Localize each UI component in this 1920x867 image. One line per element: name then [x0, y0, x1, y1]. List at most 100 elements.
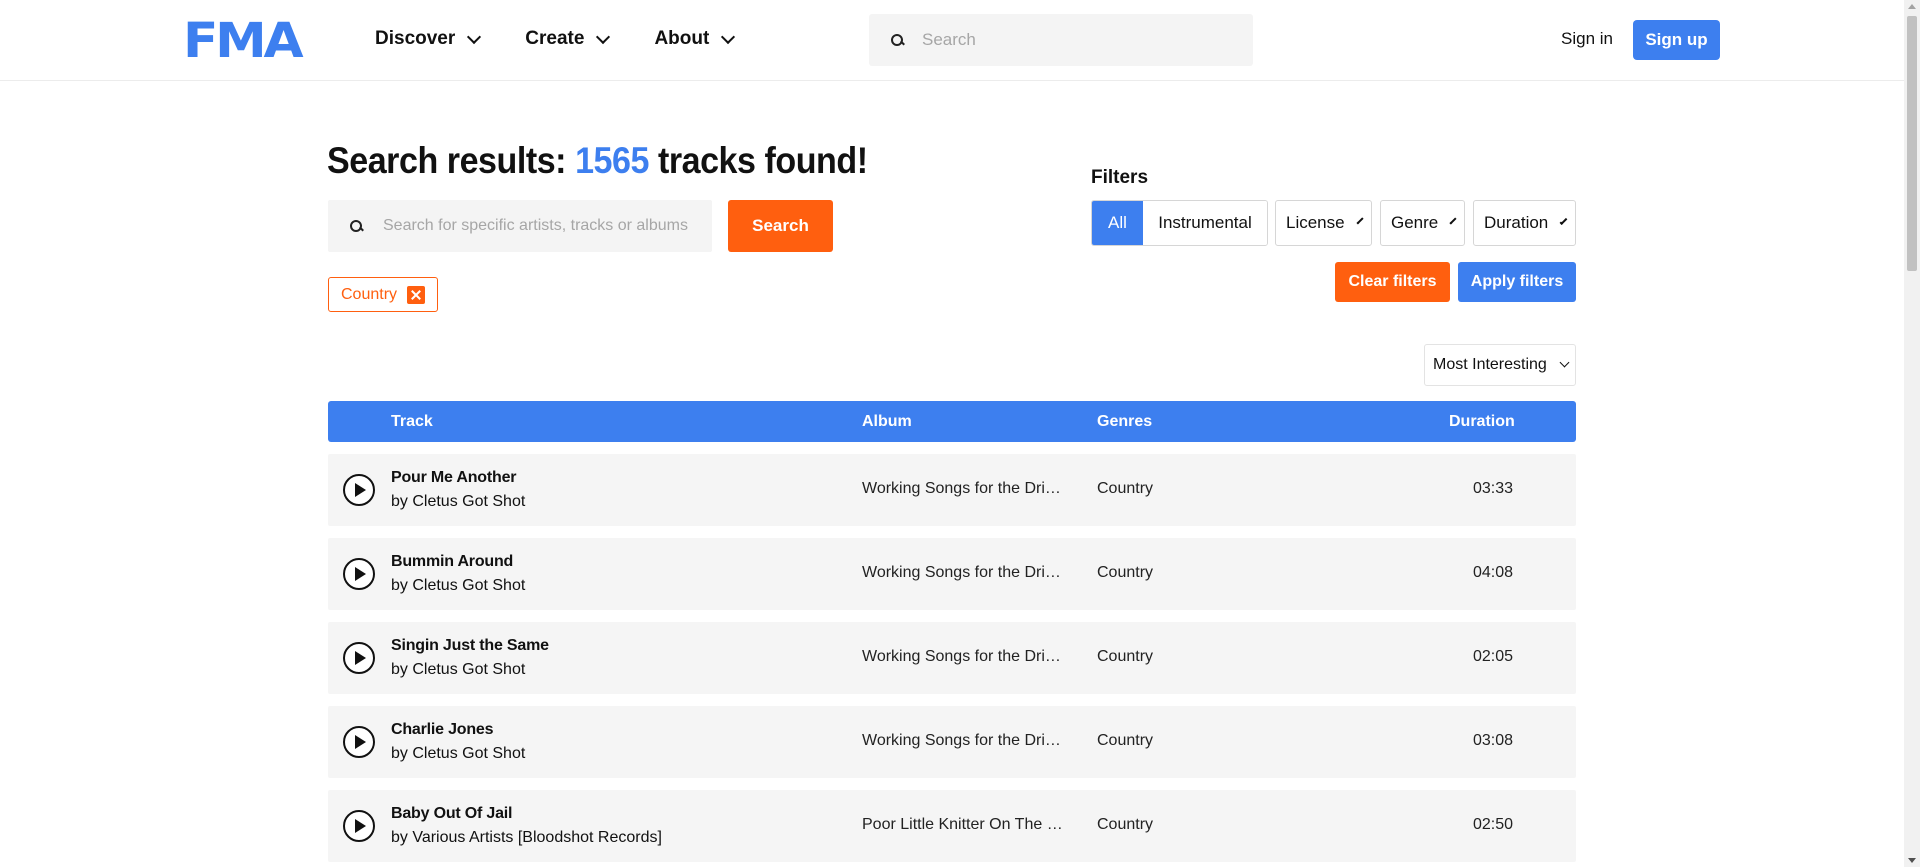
track-title[interactable]: Baby Out Of Jail [391, 805, 512, 823]
column-header-genres[interactable]: Genres [1097, 413, 1152, 431]
track-title[interactable]: Singin Just the Same [391, 637, 549, 655]
track-title[interactable]: Charlie Jones [391, 721, 494, 739]
header-search-input[interactable] [922, 30, 1222, 50]
close-icon[interactable] [407, 285, 426, 304]
duration-dropdown[interactable]: Duration [1473, 200, 1576, 246]
chevron-down-icon [1449, 216, 1457, 225]
clear-filters-button[interactable]: Clear filters [1335, 262, 1450, 302]
artist-link[interactable]: Cletus Got Shot [412, 745, 525, 762]
by-label: by [391, 661, 413, 678]
license-label: License [1286, 213, 1345, 232]
by-label: by [391, 829, 413, 846]
nav-create-label: Create [525, 28, 585, 49]
duration-value: 03:33 [1473, 480, 1514, 497]
chevron-down-icon [1356, 216, 1364, 225]
chevron-down-icon [596, 29, 611, 44]
column-header-track[interactable]: Track [391, 413, 433, 431]
chip-label: Country [341, 285, 398, 303]
track-title[interactable]: Bummin Around [391, 553, 513, 571]
active-filter-chip: Country [328, 277, 439, 312]
track-artist: by Cletus Got Shot [391, 577, 525, 595]
license-dropdown[interactable]: License [1275, 200, 1372, 246]
sort-label: Most Interesting [1433, 356, 1547, 373]
table-header: Track Album Genres Duration [328, 401, 1576, 442]
sign-up-button[interactable]: Sign up [1633, 20, 1720, 60]
column-header-album[interactable]: Album [862, 413, 912, 431]
by-label: by [391, 577, 413, 594]
by-label: by [391, 745, 413, 762]
filter-instrumental[interactable]: Instrumental [1143, 201, 1267, 245]
album-link[interactable]: Working Songs for the Drinking Class [862, 732, 1067, 750]
column-header-duration[interactable]: Duration [1449, 413, 1515, 431]
filters-heading: Filters [1091, 167, 1149, 188]
chevron-down-icon [467, 29, 482, 44]
track-title[interactable]: Pour Me Another [391, 469, 517, 487]
play-icon[interactable] [343, 642, 375, 674]
table-row: Bummin Around by Cletus Got Shot Working… [328, 538, 1576, 610]
track-list: Pour Me Another by Cletus Got Shot Worki… [328, 454, 1576, 867]
by-label: by [391, 493, 413, 510]
duration-value: 04:08 [1473, 564, 1514, 581]
track-artist: by Cletus Got Shot [391, 661, 525, 679]
page-title: Search results: 1565 tracks found! [327, 140, 868, 182]
nav-about-label: About [654, 28, 710, 49]
main-nav: Discover Create About [375, 28, 736, 50]
table-row: Singin Just the Same by Cletus Got Shot … [328, 622, 1576, 694]
track-type-toggle: All Instrumental [1091, 200, 1268, 246]
filter-all[interactable]: All [1092, 201, 1143, 245]
nav-discover-label: Discover [375, 28, 456, 49]
genre-link[interactable]: Country [1097, 648, 1153, 666]
page-scrollbar[interactable] [1904, 0, 1920, 867]
sort-dropdown[interactable]: Most Interesting [1424, 344, 1576, 386]
site-header: FMA Discover Create About Sign in Sign u… [0, 0, 1904, 81]
play-icon[interactable] [343, 810, 375, 842]
track-artist: by Cletus Got Shot [391, 745, 525, 763]
chevron-down-icon [721, 29, 736, 44]
scrollbar-thumb[interactable] [1907, 16, 1917, 271]
search-icon [891, 33, 904, 47]
scroll-up-arrow-icon[interactable] [1908, 4, 1916, 9]
chevron-down-icon [1559, 357, 1570, 368]
album-link[interactable]: Poor Little Knitter On The Road [862, 816, 1067, 834]
duration-value: 03:08 [1473, 732, 1514, 749]
album-link[interactable]: Working Songs for the Drinking Class [862, 648, 1067, 666]
search-button[interactable]: Search [728, 200, 833, 252]
track-artist: by Cletus Got Shot [391, 493, 525, 511]
track-search [328, 200, 712, 252]
table-row: Baby Out Of Jail by Various Artists [Blo… [328, 790, 1576, 862]
nav-discover[interactable]: Discover [375, 28, 482, 50]
album-link[interactable]: Working Songs for the Drinking Class [862, 480, 1067, 498]
scroll-down-arrow-icon[interactable] [1908, 858, 1916, 863]
genre-dropdown[interactable]: Genre [1380, 200, 1465, 246]
play-icon[interactable] [343, 558, 375, 590]
genre-link[interactable]: Country [1097, 732, 1153, 750]
track-artist: by Various Artists [Bloodshot Records] [391, 829, 662, 847]
play-icon[interactable] [343, 474, 375, 506]
nav-about[interactable]: About [654, 28, 736, 50]
play-icon[interactable] [343, 726, 375, 758]
artist-link[interactable]: Cletus Got Shot [412, 661, 525, 678]
fma-logo[interactable]: FMA [183, 17, 304, 65]
header-search [869, 14, 1253, 66]
duration-value: 02:50 [1473, 816, 1514, 833]
nav-create[interactable]: Create [525, 28, 611, 50]
duration-value: 02:05 [1473, 648, 1514, 665]
duration-label: Duration [1484, 213, 1549, 232]
genre-link[interactable]: Country [1097, 816, 1153, 834]
artist-link[interactable]: Cletus Got Shot [412, 493, 525, 510]
results-count: 1565 [575, 140, 649, 181]
title-prefix: Search results: [327, 140, 576, 181]
artist-link[interactable]: Cletus Got Shot [412, 577, 525, 594]
genre-link[interactable]: Country [1097, 564, 1153, 582]
track-search-input[interactable] [383, 217, 703, 235]
artist-link[interactable]: Various Artists [Bloodshot Records] [412, 829, 662, 846]
chevron-down-icon [1559, 216, 1568, 225]
genre-label: Genre [1391, 213, 1439, 232]
table-row: Pour Me Another by Cletus Got Shot Worki… [328, 454, 1576, 526]
genre-link[interactable]: Country [1097, 480, 1153, 498]
search-icon [350, 219, 363, 233]
sign-in-link[interactable]: Sign in [1561, 29, 1613, 49]
album-link[interactable]: Working Songs for the Drinking Class [862, 564, 1067, 582]
title-suffix: tracks found! [648, 140, 868, 181]
apply-filters-button[interactable]: Apply filters [1458, 262, 1576, 302]
